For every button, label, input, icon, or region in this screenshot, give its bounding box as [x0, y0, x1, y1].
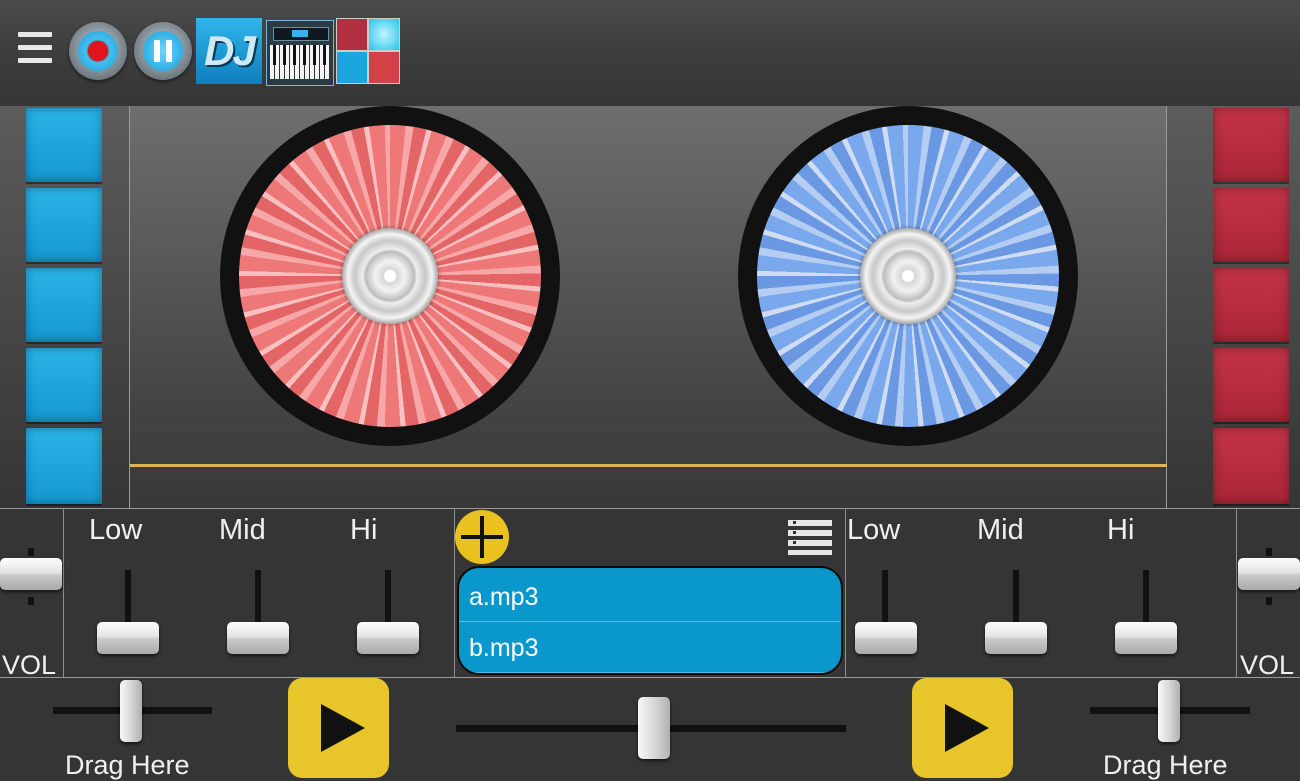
- pause-icon: [154, 40, 172, 62]
- right-eq-low-label: Low: [847, 514, 901, 546]
- right-eq-hi-label: Hi: [1107, 514, 1135, 546]
- playlist-item[interactable]: b.mp3: [459, 623, 841, 673]
- right-play-button[interactable]: [912, 678, 1013, 778]
- left-turntable[interactable]: [220, 106, 560, 446]
- right-eq-mid-track: [1013, 570, 1019, 622]
- right-eq-mid-slider[interactable]: [985, 622, 1047, 654]
- right-volume-track: [1266, 597, 1272, 605]
- record-icon: [88, 41, 108, 61]
- plus-icon: [461, 535, 503, 539]
- dj-mode-button[interactable]: DJ: [196, 18, 262, 84]
- right-pitch-slider[interactable]: [1158, 680, 1180, 742]
- left-volume-track: [28, 548, 34, 556]
- left-eq-mid-label: Mid: [219, 514, 266, 546]
- left-eq-low-slider[interactable]: [97, 622, 159, 654]
- left-volume-label: VOL: [2, 650, 57, 680]
- divider: [1236, 508, 1237, 678]
- divider: [845, 508, 846, 678]
- dj-label: DJ: [204, 27, 256, 74]
- playlist-menu-icon[interactable]: [788, 520, 832, 555]
- right-eq-hi-slider[interactable]: [1115, 622, 1177, 654]
- right-turntable[interactable]: [738, 106, 1078, 446]
- right-volume-label: VOL: [1240, 650, 1295, 680]
- left-pitch-slider[interactable]: [120, 680, 142, 742]
- left-pad-4[interactable]: [26, 348, 102, 422]
- right-eq-low-track: [882, 570, 888, 622]
- left-pad-3[interactable]: [26, 268, 102, 342]
- keyboard-icon[interactable]: [266, 20, 334, 86]
- add-track-button[interactable]: [455, 510, 509, 564]
- left-turntable-hub: [342, 228, 438, 324]
- left-eq-low-track: [125, 570, 131, 622]
- play-icon: [945, 704, 989, 752]
- right-pad-5[interactable]: [1213, 428, 1289, 504]
- left-pad-2[interactable]: [26, 188, 102, 262]
- play-icon: [321, 704, 365, 752]
- playlist-item[interactable]: a.mp3: [459, 572, 841, 622]
- menu-icon[interactable]: [18, 32, 52, 70]
- right-drag-label: Drag Here: [1103, 750, 1228, 780]
- right-volume-track: [1266, 548, 1272, 556]
- left-volume-slider[interactable]: [0, 558, 62, 590]
- left-eq-hi-track: [385, 570, 391, 622]
- right-pad-3[interactable]: [1213, 268, 1289, 342]
- playlist: a.mp3 b.mp3: [457, 566, 843, 675]
- seek-bar[interactable]: [130, 464, 1167, 467]
- record-button[interactable]: [69, 22, 127, 80]
- right-pad-2[interactable]: [1213, 188, 1289, 262]
- left-eq-mid-slider[interactable]: [227, 622, 289, 654]
- right-pad-1[interactable]: [1213, 108, 1289, 182]
- crossfader-slider[interactable]: [638, 697, 670, 759]
- left-eq-low-label: Low: [89, 514, 143, 546]
- toolbar: [0, 0, 1300, 106]
- right-pad-4[interactable]: [1213, 348, 1289, 422]
- right-eq-mid-label: Mid: [977, 514, 1024, 546]
- left-eq-mid-track: [255, 570, 261, 622]
- right-eq-low-slider[interactable]: [855, 622, 917, 654]
- right-eq-hi-track: [1143, 570, 1149, 622]
- left-pad-1[interactable]: [26, 108, 102, 182]
- right-turntable-hub: [860, 228, 956, 324]
- left-pad-5[interactable]: [26, 428, 102, 504]
- left-drag-label: Drag Here: [65, 750, 190, 780]
- pause-button[interactable]: [134, 22, 192, 80]
- left-eq-hi-label: Hi: [350, 514, 378, 546]
- right-volume-slider[interactable]: [1238, 558, 1300, 590]
- left-volume-track: [28, 597, 34, 605]
- left-play-button[interactable]: [288, 678, 389, 778]
- divider: [63, 508, 64, 678]
- left-eq-hi-slider[interactable]: [357, 622, 419, 654]
- drum-pads-icon[interactable]: [336, 18, 400, 84]
